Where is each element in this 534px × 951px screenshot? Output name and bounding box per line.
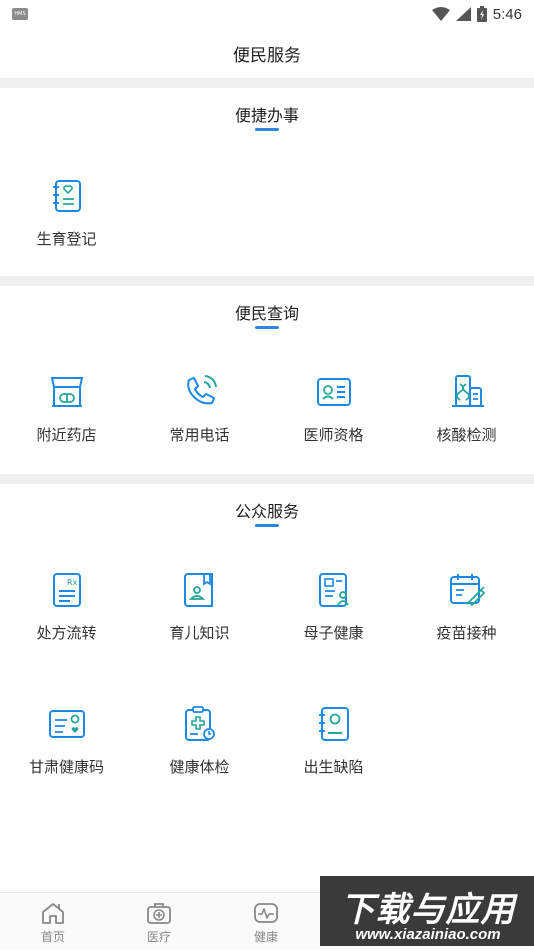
section-public-services: 公众服务 Rx 处方流转 育儿知识 母子健康 疫苗接种 甘肃健康码 健康体检 出… [0,484,534,892]
signal-icon [455,7,471,21]
tab-health[interactable]: 健康 [213,893,319,951]
grid-item-common-phone[interactable]: 常用电话 [133,372,266,462]
grid-label: 附近药店 [36,426,97,444]
heartbeat-icon [254,903,278,923]
vaccine-icon [449,574,485,607]
section-underline [255,524,279,527]
watermark: 下载与应用 www.xiazainiao.com [320,876,534,946]
grid-label: 核酸检测 [436,426,497,444]
tab-label: 医疗 [146,930,171,944]
grid-label: 育儿知识 [169,624,230,642]
grid-item-birth-registration[interactable]: 生育登记 [0,176,133,266]
birth-defect-icon [318,707,349,741]
wifi-icon [431,7,450,21]
grid-label: 处方流转 [36,624,97,642]
grid-item-gansu-health-code[interactable]: 甘肃健康码 [0,704,133,794]
grid-item-nucleic-acid-test[interactable]: 核酸检测 [400,372,533,462]
grid-item-vaccination[interactable]: 疫苗接种 [400,570,533,660]
grid-item-nearby-pharmacy[interactable]: 附近药店 [0,372,133,462]
grid-label: 出生缺陷 [303,758,364,776]
grid-label: 常用电话 [169,426,230,444]
tab-medical[interactable]: 医疗 [106,893,212,951]
section-title: 便捷办事 [234,106,299,125]
home-icon [42,903,64,924]
doctor-license-icon [316,378,351,406]
section-convenient-affairs: 便捷办事 生育登记 [0,88,534,276]
clock: 5:46 [492,5,522,23]
section-public-inquiry: 便民查询 附近药店 常用电话 医师资格 核酸检测 [0,286,534,474]
watermark-url: www.xiazainiao.com [355,926,501,943]
divider [0,78,534,88]
status-bar: HMS 5:46 [0,0,534,28]
tab-home[interactable]: 首页 [0,893,106,951]
page-title: 便民服务 [233,45,301,66]
sim-icon: HMS [12,8,28,20]
phone-icon [186,375,217,405]
mother-child-health-icon [318,573,349,607]
grid-item-prescription-transfer[interactable]: Rx 处方流转 [0,570,133,660]
grid-item-physician-qualification[interactable]: 医师资格 [267,372,400,462]
prescription-icon: Rx [52,573,81,607]
parenting-book-icon [183,573,213,607]
svg-text:Rx: Rx [67,578,78,587]
grid-label: 生育登记 [36,230,97,248]
medical-kit-icon [147,903,171,924]
grid-item-health-checkup[interactable]: 健康体检 [133,704,266,794]
grid-label: 疫苗接种 [436,624,497,642]
tab-label: 健康 [253,930,278,944]
section-title: 公众服务 [234,502,299,521]
nucleic-test-icon [451,375,484,407]
tab-label: 首页 [40,930,65,944]
grid-item-mother-child-health[interactable]: 母子健康 [267,570,400,660]
birth-registration-icon [52,180,81,212]
watermark-text: 下载与应用 [340,890,516,930]
grid-item-birth-defect[interactable]: 出生缺陷 [267,704,400,794]
battery-icon [476,6,487,22]
grid-item-parenting-knowledge[interactable]: 育儿知识 [133,570,266,660]
grid-label: 母子健康 [303,624,364,642]
grid-label: 健康体检 [169,758,230,776]
section-title: 便民查询 [234,304,299,323]
pharmacy-store-icon [50,377,83,407]
divider [0,276,534,286]
section-underline [255,128,279,131]
health-code-card-icon [48,710,85,738]
health-checkup-icon [184,706,215,741]
page-header: 便民服务 [0,28,534,78]
divider [0,474,534,484]
grid-label: 医师资格 [303,426,364,444]
grid-label: 甘肃健康码 [28,758,104,776]
section-underline [255,326,279,329]
